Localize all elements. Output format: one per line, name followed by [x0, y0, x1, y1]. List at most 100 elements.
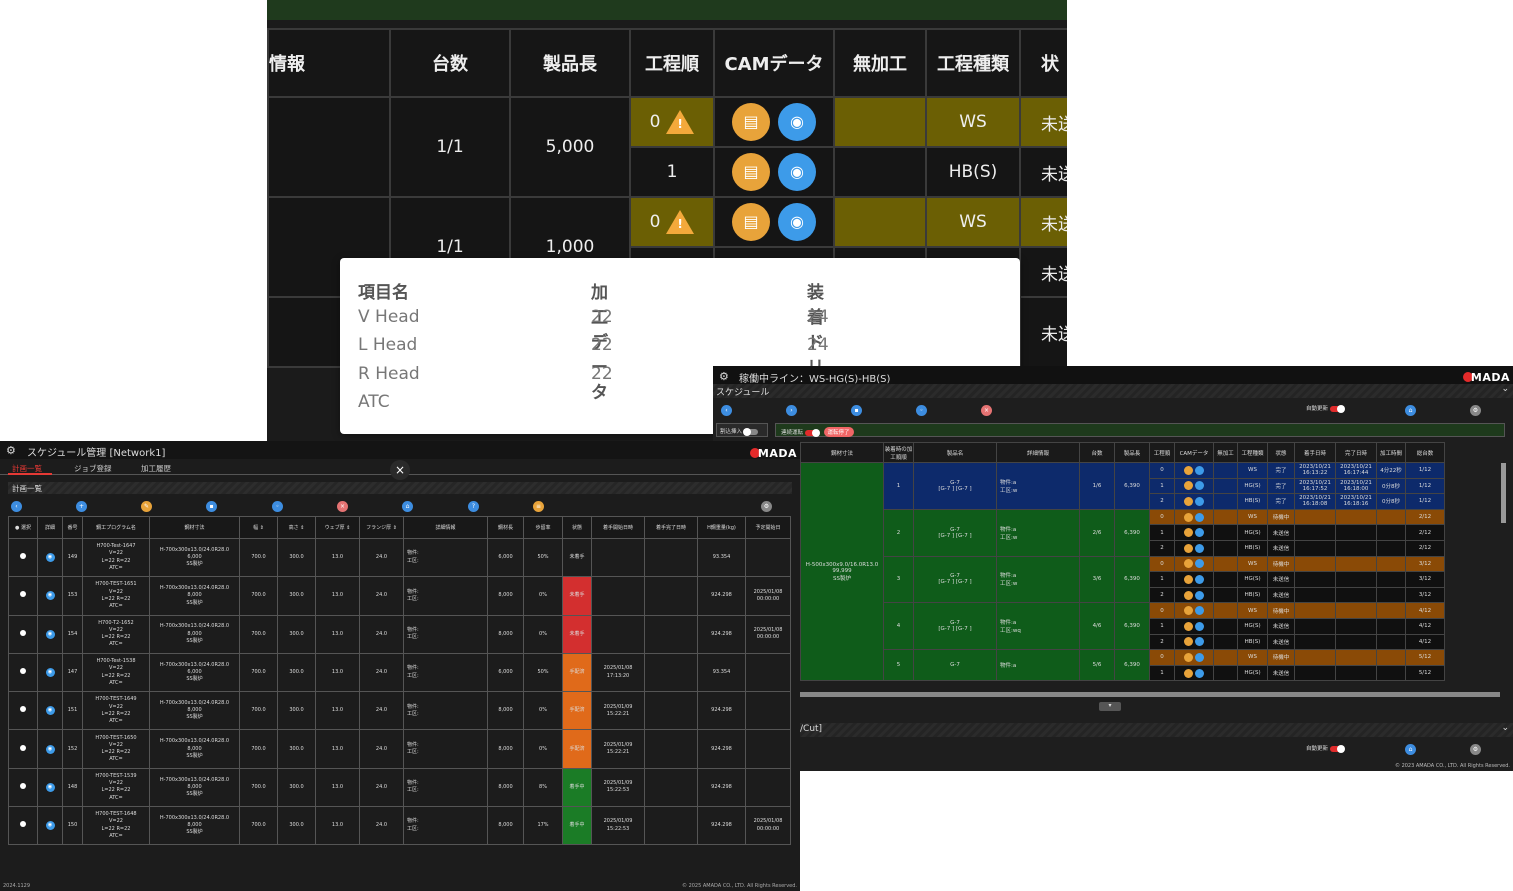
tab-process-history[interactable]: 加工履歴 — [141, 463, 171, 474]
stop-operation-pill[interactable]: 運転停了 — [823, 427, 854, 437]
document-icon[interactable] — [1184, 668, 1193, 678]
table-row[interactable]: ◉ 154 H700-T2-1652 V=22 L=22 R=22 ATC= H-70… — [8, 614, 791, 654]
close-icon[interactable]: × — [390, 460, 410, 480]
table-row[interactable]: ◉ 147 H700-Test-1538 V=22 L=22 R=22 ATC= H-… — [8, 652, 791, 693]
select-radio[interactable] — [20, 782, 26, 789]
document-icon[interactable] — [1184, 606, 1193, 616]
table-row[interactable]: ◉ 152 H700-TEST-1650 V=22 L=22 R=22 ATC= H-… — [8, 729, 791, 769]
eye-icon[interactable] — [1195, 481, 1204, 491]
toolbar-button[interactable]: ◦ — [916, 405, 927, 416]
table-row[interactable]: ◉ 149 H700-Test-1647 V=22 L=22 R=22 ATC= H-… — [8, 537, 791, 578]
select-radio[interactable] — [20, 553, 26, 560]
toolbar-button[interactable]: ◦ — [272, 501, 283, 512]
eye-icon[interactable] — [1195, 621, 1204, 631]
toolbar-button[interactable]: ‹ — [11, 501, 22, 512]
toolbar-button[interactable]: ✎ — [141, 501, 152, 512]
toolbar-button[interactable]: ▪ — [206, 501, 217, 512]
eye-icon[interactable]: ◉ — [778, 103, 816, 141]
document-icon[interactable] — [1184, 559, 1193, 569]
eye-icon[interactable]: ◉ — [45, 706, 55, 716]
schedule-section-header[interactable]: スケジュール ⌄ — [713, 384, 1513, 398]
document-icon[interactable]: ▤ — [732, 203, 770, 241]
eye-icon[interactable]: ◉ — [45, 821, 55, 831]
toolbar-button[interactable]: ▪ — [851, 405, 862, 416]
select-radio[interactable] — [20, 821, 26, 828]
vertical-scrollbar[interactable] — [1501, 463, 1506, 523]
toggle-switch[interactable] — [1329, 744, 1345, 753]
document-icon[interactable] — [1184, 528, 1193, 538]
document-icon[interactable] — [1184, 574, 1193, 584]
table-row[interactable]: ◉ 151 H700-TEST-1649 V=22 L=22 R=22 ATC= H-… — [8, 691, 791, 731]
auto-update-toggle[interactable]: 自動更新 — [1306, 744, 1345, 753]
toggle-switch[interactable] — [1329, 404, 1345, 413]
document-icon[interactable]: ▤ — [732, 153, 770, 191]
eye-icon[interactable] — [1195, 559, 1204, 569]
gear-icon[interactable]: ⚙ — [6, 444, 16, 457]
horizontal-scrollbar[interactable] — [800, 692, 1500, 697]
document-icon[interactable] — [1184, 543, 1193, 553]
eye-icon[interactable] — [1195, 668, 1204, 678]
eye-icon[interactable] — [1195, 637, 1204, 647]
toolbar-button[interactable]: × — [981, 405, 992, 416]
eye-icon[interactable] — [1195, 574, 1204, 584]
select-radio[interactable] — [20, 706, 26, 713]
document-icon[interactable] — [1184, 652, 1193, 662]
gear-icon[interactable]: ⚙ — [719, 370, 729, 383]
chevron-down-icon[interactable]: ⌄ — [1501, 723, 1509, 733]
toolbar-button[interactable]: ⌂ — [402, 501, 413, 512]
delete-button[interactable]: × — [337, 501, 348, 512]
eye-icon[interactable] — [1195, 496, 1204, 506]
document-icon[interactable] — [1184, 512, 1193, 522]
warning-icon[interactable]: ! — [666, 110, 695, 134]
toolbar-button[interactable]: ? — [468, 501, 479, 512]
eye-icon[interactable] — [1195, 512, 1204, 522]
no-process-cell — [1213, 664, 1238, 682]
eye-icon[interactable] — [1195, 528, 1204, 538]
interrupt-insert-toggle[interactable]: 割込挿入 — [716, 423, 768, 437]
eye-icon[interactable] — [1195, 465, 1204, 475]
document-icon[interactable]: ▤ — [732, 103, 770, 141]
eye-icon[interactable] — [1195, 606, 1204, 616]
toolbar-button[interactable]: ⌂ — [1405, 405, 1416, 416]
document-icon[interactable] — [1184, 496, 1193, 506]
expand-button[interactable]: ▾ — [1099, 702, 1121, 711]
auto-update-toggle[interactable]: 自動更新 — [1306, 404, 1345, 413]
toolbar-button[interactable]: ‹ — [721, 405, 732, 416]
cut-section-header[interactable]: /Cut] ⌄ — [713, 723, 1513, 737]
toolbar-button[interactable]: + — [76, 501, 87, 512]
eye-icon[interactable]: ◉ — [778, 203, 816, 241]
toolbar-button[interactable]: ≡ — [533, 501, 544, 512]
select-radio[interactable] — [20, 629, 26, 636]
warning-icon[interactable]: ! — [666, 210, 695, 234]
select-radio[interactable] — [20, 667, 26, 674]
continuous-run-toggle[interactable] — [804, 428, 820, 437]
document-icon[interactable] — [1184, 621, 1193, 631]
eye-icon[interactable]: ◉ — [45, 591, 55, 601]
eye-icon[interactable]: ◉ — [45, 553, 55, 563]
eye-icon[interactable] — [1195, 652, 1204, 662]
tab-job-register[interactable]: ジョブ登録 — [74, 463, 112, 474]
select-radio[interactable] — [20, 591, 26, 598]
eye-icon[interactable]: ◉ — [45, 629, 55, 639]
eye-icon[interactable]: ◉ — [778, 153, 816, 191]
document-icon[interactable] — [1184, 465, 1193, 475]
settings-icon[interactable]: ⚙ — [1470, 744, 1481, 755]
eye-icon[interactable]: ◉ — [45, 668, 55, 678]
eye-icon[interactable]: ◉ — [45, 782, 55, 792]
toolbar-button[interactable]: ⌂ — [1405, 744, 1416, 755]
settings-icon[interactable]: ⚙ — [761, 501, 772, 512]
start-time-cell: 2025/01/08 17:13:20 — [591, 652, 645, 693]
chevron-down-icon[interactable]: ⌄ — [1501, 384, 1509, 394]
eye-icon[interactable]: ◉ — [45, 744, 55, 754]
eye-icon[interactable] — [1195, 590, 1204, 600]
table-row[interactable]: ◉ 150 H700-TEST-1648 V=22 L=22 R=22 ATC= H-… — [8, 806, 791, 846]
eye-icon[interactable] — [1195, 543, 1204, 553]
select-radio[interactable] — [20, 744, 26, 751]
document-icon[interactable] — [1184, 481, 1193, 491]
settings-icon[interactable]: ⚙ — [1470, 405, 1481, 416]
document-icon[interactable] — [1184, 637, 1193, 647]
document-icon[interactable] — [1184, 590, 1193, 600]
table-row[interactable]: ◉ 153 H700-TEST-1651 V=22 L=22 R=22 ATC= H-… — [8, 576, 791, 616]
toolbar-button[interactable]: › — [786, 405, 797, 416]
table-row[interactable]: ◉ 148 H700-TEST-1539 V=22 L=22 R=22 ATC= H-… — [8, 767, 791, 808]
